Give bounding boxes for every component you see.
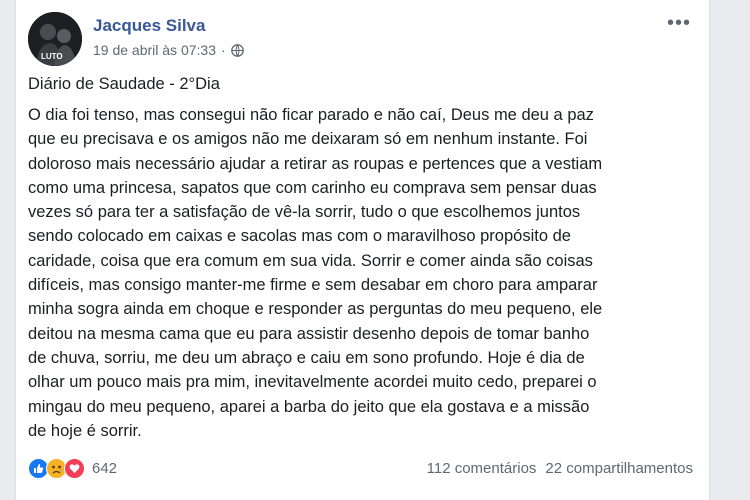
post-body-line: vezes só para ter a satisfação de vê-la …: [28, 203, 581, 222]
engagement-stats: 112 comentários 22 compartilhamentos: [427, 460, 693, 477]
shares-link[interactable]: 22 compartilhamentos: [545, 460, 693, 477]
post-body-line: que eu precisava e os amigos não me deix…: [28, 130, 588, 149]
timestamp[interactable]: 19 de abril às 07:33: [93, 42, 216, 58]
post-card: LUTO Jacques Silva 19 de abril às 07:33 …: [15, 0, 710, 500]
love-icon: [64, 457, 85, 479]
post-body-line: O dia foi tenso, mas consegui não ficar …: [28, 106, 594, 124]
post-body-line: mingau do meu pequeno, aparei a barba do…: [28, 397, 590, 416]
post-body-line: deitou na mesma cama que eu para assisti…: [28, 324, 590, 343]
post-meta: 19 de abril às 07:33 ·: [93, 42, 244, 58]
post-body: O dia foi tenso, mas consegui não ficar …: [28, 103, 698, 443]
post-body-line: doloroso mais necessário ajudar a retira…: [28, 154, 603, 173]
globe-icon[interactable]: [230, 43, 244, 57]
post-body-line: sendo colocado em caixas e sacolas mas c…: [28, 227, 571, 246]
post-body-line: de hoje é sorrir.: [28, 421, 142, 440]
more-options-icon[interactable]: •••: [667, 12, 691, 35]
post-body-line: como uma princesa, sapatos que com carin…: [28, 178, 597, 197]
comments-link[interactable]: 112 comentários: [427, 460, 537, 477]
reaction-count: 642: [92, 459, 118, 477]
post-body-line: difíceis, mas consigo manter-me firme e …: [28, 276, 598, 295]
separator-dot: ·: [220, 42, 226, 58]
post-body-line: olhar um pouco mais pra mim, inevitavelm…: [28, 373, 597, 392]
author-name[interactable]: Jacques Silva: [93, 16, 205, 36]
post-body-line: de chuva, sorriu, me deu um abraço e cai…: [28, 348, 585, 367]
reactions-summary[interactable]: 642: [28, 457, 118, 479]
avatar[interactable]: LUTO: [28, 12, 82, 66]
post-body-line: caridade, coisa que era comum em sua vid…: [28, 251, 593, 270]
post-title: Diário de Saudade - 2°Dia: [28, 75, 220, 93]
avatar-badge: LUTO: [41, 52, 63, 61]
post-footer: 642 112 comentários 22 compartilhamentos: [28, 456, 693, 480]
post-body-line: minha sogra ainda em choque e responder …: [28, 300, 603, 319]
